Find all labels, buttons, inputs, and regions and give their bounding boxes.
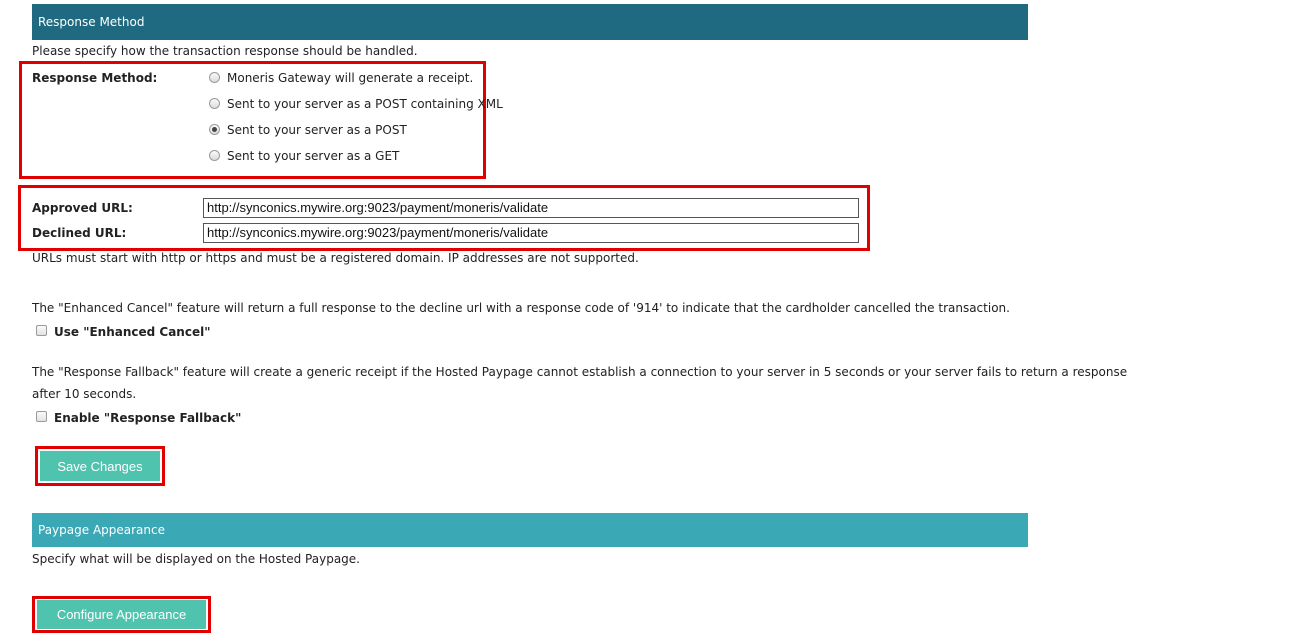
paypage-appearance-intro: Specify what will be displayed on the Ho… [32,552,360,566]
approved-url-input[interactable]: http://synconics.mywire.org:9023/payment… [203,198,859,218]
declined-url-input[interactable]: http://synconics.mywire.org:9023/payment… [203,223,859,243]
declined-url-label: Declined URL: [32,226,127,240]
approved-url-label: Approved URL: [32,201,133,215]
enhanced-cancel-label[interactable]: Use "Enhanced Cancel" [54,325,210,339]
response-method-header: Response Method [32,4,1028,40]
response-method-header-title: Response Method [38,15,145,29]
radio-option-post-xml[interactable] [209,98,220,109]
radio-option-post-xml-label[interactable]: Sent to your server as a POST containing… [227,97,503,111]
response-fallback-description-line2: after 10 seconds. [32,387,137,401]
response-method-intro: Please specify how the transaction respo… [32,44,418,58]
paypage-appearance-header: Paypage Appearance [32,513,1028,547]
response-fallback-label[interactable]: Enable "Response Fallback" [54,411,241,425]
radio-option-get-label[interactable]: Sent to your server as a GET [227,149,399,163]
enhanced-cancel-checkbox[interactable] [36,325,47,336]
response-fallback-checkbox[interactable] [36,411,47,422]
configure-appearance-button[interactable]: Configure Appearance [37,600,206,629]
radio-option-post-label[interactable]: Sent to your server as a POST [227,123,407,137]
radio-option-receipt[interactable] [209,72,220,83]
radio-option-receipt-label[interactable]: Moneris Gateway will generate a receipt. [227,71,473,85]
url-note: URLs must start with http or https and m… [32,251,639,265]
paypage-appearance-header-title: Paypage Appearance [38,523,165,537]
radio-option-get[interactable] [209,150,220,161]
radio-option-post[interactable] [209,124,220,135]
response-method-label: Response Method: [32,71,158,85]
enhanced-cancel-description: The "Enhanced Cancel" feature will retur… [32,301,1010,315]
save-changes-button[interactable]: Save Changes [40,451,160,481]
response-fallback-description-line1: The "Response Fallback" feature will cre… [32,365,1128,379]
